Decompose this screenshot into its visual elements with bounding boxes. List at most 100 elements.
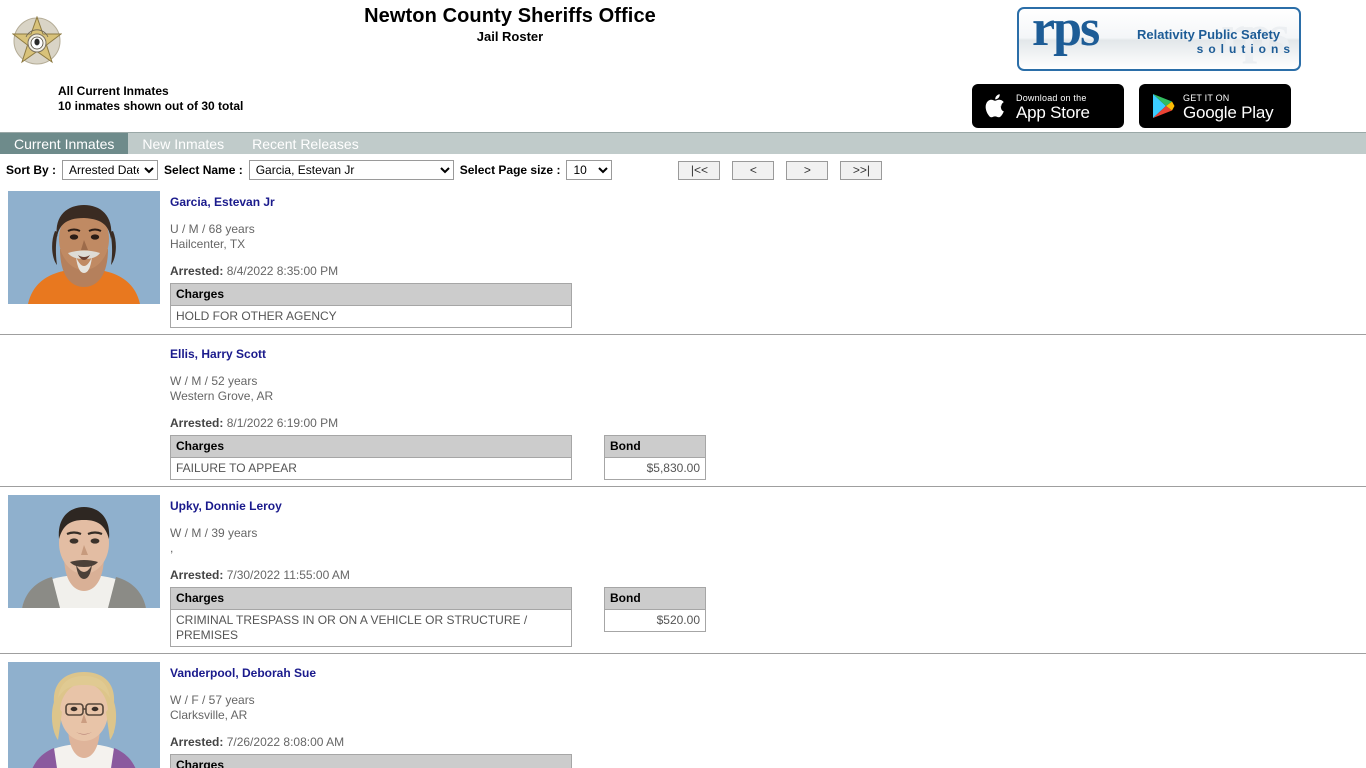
bond-header: Bond xyxy=(604,435,706,458)
apple-logo-icon xyxy=(984,92,1008,120)
inmate-photo-cell xyxy=(0,662,170,768)
charges-header: Charges xyxy=(170,587,572,610)
inmate-mugshot-image xyxy=(8,191,160,304)
next-page-button[interactable]: > xyxy=(786,160,829,180)
inmate-roster-list: Garcia, Estevan Jr U / M / 68 years Hailce… xyxy=(0,183,1366,768)
inmate-info-cell: Garcia, Estevan Jr U / M / 68 years Hailce… xyxy=(170,191,1366,328)
inmate-arrested-line: Arrested: 8/1/2022 6:19:00 PM xyxy=(170,416,1366,431)
store-badges: Download on the App Store GET IT ON Goog… xyxy=(972,84,1291,128)
select-name-label: Select Name : xyxy=(164,163,243,177)
inmate-tables-row: ChargesSIMULTANEOUS POSSESSION OF DRUGS … xyxy=(170,754,1366,768)
charge-cell: HOLD FOR OTHER AGENCY xyxy=(170,305,572,328)
bond-table: Bond $520.00 xyxy=(604,587,706,632)
bond-table: Bond $5,830.00 xyxy=(604,435,706,480)
charges-header: Charges xyxy=(170,435,572,458)
tab-current-inmates[interactable]: Current Inmates xyxy=(0,133,129,154)
google-play-big-text: Google Play xyxy=(1183,103,1274,122)
arrested-value: 7/30/2022 11:55:00 AM xyxy=(226,568,350,582)
page-size-select[interactable]: 102550 xyxy=(566,160,613,180)
charges-header: Charges xyxy=(170,754,572,768)
google-play-label: GET IT ON Google Play xyxy=(1183,90,1274,122)
arrested-value: 7/26/2022 8:08:00 AM xyxy=(226,735,345,749)
charges-header: Charges xyxy=(170,283,572,306)
inmate-tables-row: Charges CRIMINAL TRESPASS IN OR ON A VEHI… xyxy=(170,587,1366,647)
inmate-name-link[interactable]: Garcia, Estevan Jr xyxy=(170,195,275,210)
inmate-city-state: Hailcenter, TX xyxy=(170,237,246,251)
bond-header: Bond xyxy=(604,587,706,610)
page-header: Newton County Sheriffs Office Jail Roste… xyxy=(0,0,1366,132)
charges-table: Charges CRIMINAL TRESPASS IN OR ON A VEHI… xyxy=(170,587,572,647)
google-play-small-text: GET IT ON xyxy=(1183,93,1230,103)
rps-logo-mark: rps xyxy=(1032,7,1100,57)
inmate-info-cell: Upky, Donnie Leroy W / M / 39 years, Arres… xyxy=(170,495,1366,647)
arrested-value: 8/4/2022 8:35:00 PM xyxy=(226,264,339,278)
sort-by-label: Sort By : xyxy=(6,163,57,177)
charge-cell: CRIMINAL TRESPASS IN OR ON A VEHICLE OR … xyxy=(170,609,572,647)
inmate-name-link[interactable]: Vanderpool, Deborah Sue xyxy=(170,666,316,681)
roster-summary-line1: All Current Inmates xyxy=(58,84,169,98)
page-size-label: Select Page size : xyxy=(459,163,561,177)
tab-recent-releases[interactable]: Recent Releases xyxy=(238,133,373,154)
inmate-row: Upky, Donnie Leroy W / M / 39 years, Arres… xyxy=(0,487,1366,654)
previous-page-button[interactable]: < xyxy=(732,160,775,180)
bond-amount-cell: $520.00 xyxy=(604,609,706,632)
inmate-arrested-line: Arrested: 8/4/2022 8:35:00 PM xyxy=(170,264,1366,279)
app-store-label: Download on the App Store xyxy=(1016,90,1090,122)
google-play-triangle-icon xyxy=(1151,93,1175,119)
tab-bar: Current Inmates New Inmates Recent Relea… xyxy=(0,132,1366,154)
inmate-photo-cell xyxy=(0,495,170,608)
charge-cell: FAILURE TO APPEAR xyxy=(170,457,572,480)
app-store-big-text: App Store xyxy=(1016,103,1090,122)
charges-table: Charges FAILURE TO APPEAR xyxy=(170,435,572,480)
page-subtitle: Jail Roster xyxy=(476,29,544,44)
inmate-mugshot-image xyxy=(8,495,160,608)
inmate-photo-cell xyxy=(0,191,170,304)
pagination-controls: |<< < > >>| xyxy=(678,160,883,180)
page-title: Newton County Sheriffs Office xyxy=(364,5,656,27)
inmate-info-cell: Ellis, Harry Scott W / M / 52 years Wester… xyxy=(170,343,1366,480)
filter-controls: Sort By : Arrested DateNameAge Select Na… xyxy=(0,154,1366,183)
arrested-label: Arrested: xyxy=(170,416,224,430)
inmate-city-state: Western Grove, AR xyxy=(170,389,274,403)
tab-new-inmates[interactable]: New Inmates xyxy=(128,133,238,154)
rps-logo[interactable]: rps rps Relativity Public Safety solutio… xyxy=(1017,7,1301,71)
app-store-button[interactable]: Download on the App Store xyxy=(972,84,1124,128)
inmate-demographics: W / M / 52 years xyxy=(170,374,258,388)
select-name-dropdown[interactable]: Garcia, Estevan JrEllis, Harry ScottUpky… xyxy=(248,160,454,180)
inmate-demographics: W / F / 57 years xyxy=(170,693,255,707)
inmate-arrested-line: Arrested: 7/26/2022 8:08:00 AM xyxy=(170,735,1366,750)
google-play-button[interactable]: GET IT ON Google Play xyxy=(1139,84,1291,128)
arrested-label: Arrested: xyxy=(170,568,224,582)
charges-table: Charges HOLD FOR OTHER AGENCY xyxy=(170,283,572,328)
arrested-label: Arrested: xyxy=(170,264,224,278)
inmate-tables-row: Charges FAILURE TO APPEAR Bond $5,830.00 xyxy=(170,435,1366,480)
arrested-label: Arrested: xyxy=(170,735,224,749)
inmate-tables-row: Charges HOLD FOR OTHER AGENCY xyxy=(170,283,1366,328)
rps-logo-line1: Relativity Public Safety xyxy=(1137,27,1281,42)
inmate-mugshot-image xyxy=(8,662,160,768)
last-page-button[interactable]: >>| xyxy=(840,160,883,180)
first-page-button[interactable]: |<< xyxy=(678,160,721,180)
inmate-arrested-line: Arrested: 7/30/2022 11:55:00 AM xyxy=(170,568,1366,583)
inmate-row: Ellis, Harry Scott W / M / 52 years Wester… xyxy=(0,335,1366,487)
inmate-row: Garcia, Estevan Jr U / M / 68 years Hailce… xyxy=(0,183,1366,335)
charges-table: ChargesSIMULTANEOUS POSSESSION OF DRUGS … xyxy=(170,754,572,768)
inmate-info-cell: Vanderpool, Deborah Sue W / F / 57 years C… xyxy=(170,662,1366,768)
inmate-demographics: W / M / 39 years xyxy=(170,526,258,540)
inmate-name-link[interactable]: Ellis, Harry Scott xyxy=(170,347,266,362)
inmate-name-link[interactable]: Upky, Donnie Leroy xyxy=(170,499,282,514)
arrested-value: 8/1/2022 6:19:00 PM xyxy=(226,416,339,430)
inmate-row: Vanderpool, Deborah Sue W / F / 57 years C… xyxy=(0,654,1366,768)
inmate-city-state: , xyxy=(170,541,174,555)
title-block: Newton County Sheriffs Office Jail Roste… xyxy=(0,4,1020,46)
sort-by-select[interactable]: Arrested DateNameAge xyxy=(62,160,159,180)
bond-amount-cell: $5,830.00 xyxy=(604,457,706,480)
rps-logo-line2: solutions xyxy=(1196,42,1295,56)
inmate-demographics: U / M / 68 years xyxy=(170,222,255,236)
rps-logo-words: Relativity Public Safety solutions xyxy=(1137,27,1297,57)
roster-summary-line2: 10 inmates shown out of 30 total xyxy=(58,99,244,113)
roster-summary: All Current Inmates 10 inmates shown out… xyxy=(58,84,243,114)
inmate-city-state: Clarksville, AR xyxy=(170,708,248,722)
app-store-small-text: Download on the xyxy=(1016,93,1087,103)
brand-area: rps rps Relativity Public Safety solutio… xyxy=(960,0,1360,132)
